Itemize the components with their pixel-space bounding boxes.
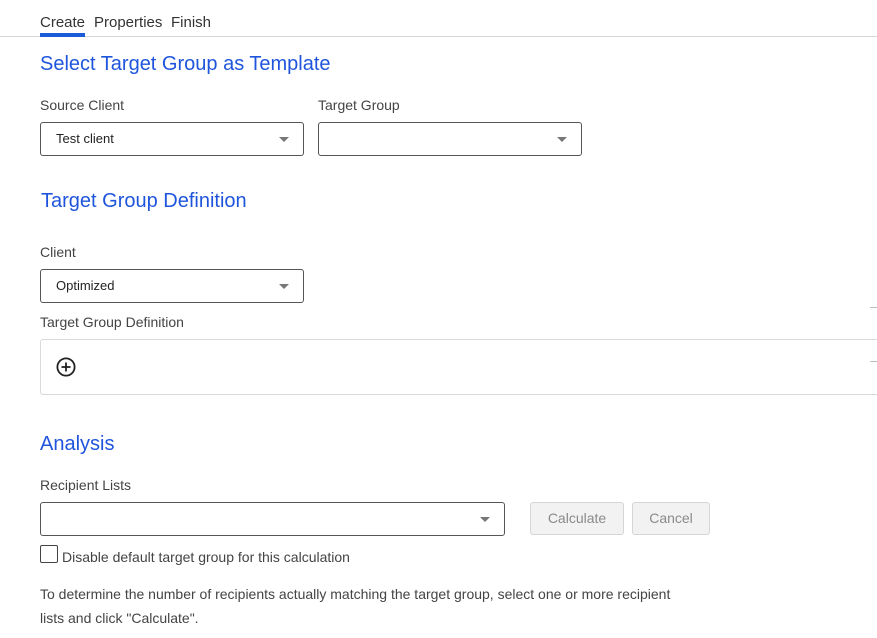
analysis-section-title: Analysis [40, 433, 115, 455]
chevron-down-icon [557, 137, 567, 142]
source-client-value: Test client [56, 131, 114, 146]
disable-default-label: Disable default target group for this ca… [62, 549, 350, 565]
chevron-down-icon [279, 137, 289, 142]
analysis-info-text: To determine the number of recipients ac… [40, 586, 671, 626]
disable-default-checkbox[interactable] [40, 545, 58, 563]
template-section-title: Select Target Group as Template [40, 53, 331, 75]
tab-properties[interactable]: Properties [94, 14, 162, 32]
chevron-down-icon [480, 517, 490, 522]
plus-circle-icon[interactable] [56, 357, 76, 377]
wizard-tabs: Create Properties Finish [0, 0, 877, 37]
source-client-label: Source Client [40, 97, 125, 113]
client-label: Client [40, 244, 76, 260]
calculate-button[interactable]: Calculate [530, 502, 624, 535]
cancel-button[interactable]: Cancel [632, 502, 710, 535]
client-select[interactable]: Optimized [40, 269, 304, 303]
client-value: Optimized [56, 278, 115, 293]
source-client-select[interactable]: Test client [40, 122, 304, 156]
definition-editor [40, 339, 877, 395]
tab-create[interactable]: Create [40, 14, 86, 37]
definition-section-title: Target Group Definition [41, 190, 247, 212]
tab-finish[interactable]: Finish [171, 14, 211, 32]
recipient-lists-label: Recipient Lists [40, 477, 132, 493]
recipient-lists-select[interactable] [40, 502, 505, 536]
chevron-down-icon [279, 284, 289, 289]
definition-label: Target Group Definition [40, 314, 184, 330]
target-group-label: Target Group [318, 97, 400, 113]
target-group-select[interactable] [318, 122, 582, 156]
divider [870, 307, 877, 308]
divider [870, 361, 877, 362]
